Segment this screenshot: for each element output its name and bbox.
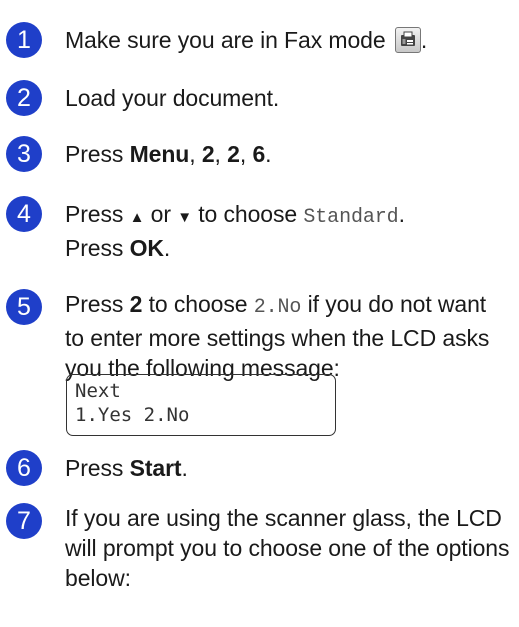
step-text: Press Start. bbox=[65, 455, 188, 481]
lcd-line-2: 1.Yes 2.No bbox=[75, 404, 190, 426]
up-arrow-icon: ▲ bbox=[129, 209, 145, 226]
lcd-line-1: Next bbox=[75, 380, 121, 402]
step-text: Press 2 to choose 2.No if you do not wan… bbox=[65, 291, 490, 381]
step-number: 5 bbox=[6, 289, 42, 325]
key-2: 2 bbox=[227, 141, 240, 167]
step-number: 7 bbox=[6, 503, 42, 539]
ok-key: OK bbox=[129, 235, 164, 261]
step-number: 1 bbox=[6, 22, 42, 58]
step-number: 2 bbox=[6, 80, 42, 116]
step-text: Load your document. bbox=[65, 85, 280, 111]
menu-key: Menu bbox=[129, 141, 190, 167]
key-2: 2 bbox=[201, 141, 215, 167]
start-key: Start bbox=[129, 455, 182, 481]
lcd-option: Standard bbox=[303, 206, 399, 229]
step-text: Make sure you are in Fax mode . bbox=[65, 27, 428, 53]
key-2: 2 bbox=[129, 291, 143, 317]
step-text: Press Menu, 2, 2, 6. bbox=[65, 141, 272, 167]
step-number: 4 bbox=[6, 196, 42, 232]
step-number: 3 bbox=[6, 136, 42, 172]
step-text: Press ▲ or ▼ to choose Standard. Press O… bbox=[65, 201, 405, 261]
lcd-display: Next 1.Yes 2.No bbox=[66, 374, 336, 436]
step-number: 6 bbox=[6, 450, 42, 486]
fax-icon bbox=[394, 27, 421, 53]
down-arrow-icon: ▼ bbox=[177, 209, 192, 226]
key-6: 6 bbox=[252, 141, 266, 167]
lcd-option: 2.No bbox=[253, 296, 302, 319]
step-text: If you are using the scanner glass, the … bbox=[65, 505, 510, 591]
